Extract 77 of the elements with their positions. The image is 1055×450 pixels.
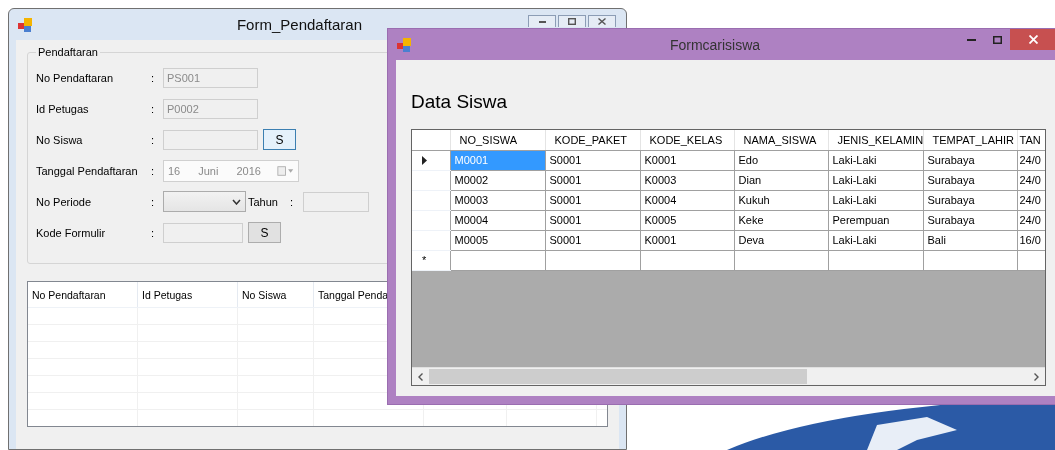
- maximize-button[interactable]: [558, 15, 586, 27]
- table-cell[interactable]: Kukuh: [734, 190, 828, 210]
- column-header[interactable]: Tanggal Penda: [318, 289, 389, 301]
- window-title: Formcarisiswa: [668, 36, 762, 53]
- table-cell[interactable]: Bali: [923, 230, 1017, 250]
- table-cell[interactable]: Laki-Laki: [828, 230, 923, 250]
- table-cell[interactable]: S0001: [545, 150, 640, 170]
- table-cell[interactable]: Keke: [734, 210, 828, 230]
- new-row-marker: *: [422, 254, 427, 266]
- table-cell[interactable]: M0002: [450, 170, 545, 190]
- app-icon: [396, 36, 412, 53]
- colon-label: :: [151, 226, 156, 239]
- table-cell[interactable]: K0004: [640, 190, 734, 210]
- column-header[interactable]: JENIS_KELAMIN: [828, 130, 923, 150]
- window-title: Form_Pendaftaran: [235, 16, 364, 33]
- table-cell[interactable]: S0001: [545, 170, 640, 190]
- column-header[interactable]: NO_SISWA: [450, 130, 545, 150]
- table-cell[interactable]: K0001: [640, 150, 734, 170]
- colon-label: :: [151, 71, 156, 84]
- table-cell[interactable]: Surabaya: [923, 150, 1017, 170]
- table-cell[interactable]: S0001: [545, 210, 640, 230]
- colon-label: :: [151, 195, 156, 208]
- column-header[interactable]: NAMA_SISWA: [734, 130, 828, 150]
- close-button[interactable]: [1010, 29, 1055, 50]
- maximize-icon: [992, 35, 1002, 44]
- field-label: Id Petugas: [36, 102, 90, 115]
- table-cell[interactable]: Laki-Laki: [828, 190, 923, 210]
- colon-label: :: [151, 133, 156, 146]
- table-cell[interactable]: Laki-Laki: [828, 170, 923, 190]
- column-header[interactable]: TEMPAT_LAHIR: [923, 130, 1017, 150]
- table-cell[interactable]: Dian: [734, 170, 828, 190]
- colon-label: :: [151, 102, 156, 115]
- field-label: Kode Formulir: [36, 226, 107, 239]
- scroll-left-icon[interactable]: [418, 372, 423, 381]
- table-cell[interactable]: Perempuan: [828, 210, 923, 230]
- calendar-dropdown-icon: [276, 164, 294, 177]
- table-cell[interactable]: Surabaya: [923, 190, 1017, 210]
- group-title: Pendaftaran: [37, 46, 99, 58]
- close-icon: [1028, 35, 1038, 44]
- table-cell[interactable]: Surabaya: [923, 210, 1017, 230]
- field-label: No Pendaftaran: [36, 71, 115, 84]
- app-icon: [17, 16, 33, 33]
- table-cell[interactable]: M0004: [450, 210, 545, 230]
- minimize-icon: [966, 38, 976, 41]
- column-header[interactable]: Id Petugas: [142, 289, 193, 301]
- field-label: Tahun: [248, 195, 278, 208]
- form-heading: Data Siswa: [411, 91, 509, 113]
- column-header[interactable]: KODE_KELAS: [640, 130, 734, 150]
- close-icon: [598, 18, 606, 25]
- field-label: Tanggal Pendaftaran: [36, 164, 139, 177]
- field-label: No Periode: [36, 195, 93, 208]
- table-cell[interactable]: K0001: [640, 230, 734, 250]
- table-cell[interactable]: Deva: [734, 230, 828, 250]
- column-header[interactable]: TAN: [1017, 130, 1045, 150]
- table-cell[interactable]: M0005: [450, 230, 545, 250]
- horizontal-scrollbar[interactable]: [412, 367, 1045, 385]
- column-header[interactable]: No Siswa: [242, 289, 287, 301]
- table-cell[interactable]: M0003: [450, 190, 545, 210]
- close-button[interactable]: [588, 15, 616, 27]
- minimize-button[interactable]: [528, 15, 556, 27]
- table-cell[interactable]: Laki-Laki: [828, 150, 923, 170]
- colon-label: :: [290, 195, 294, 208]
- colon-label: :: [151, 164, 156, 177]
- column-header[interactable]: No Pendaftaran: [32, 289, 106, 301]
- table-cell[interactable]: Surabaya: [923, 170, 1017, 190]
- chevron-down-icon: [232, 198, 241, 205]
- field-label: No Siswa: [36, 133, 84, 146]
- table-cell[interactable]: S0001: [545, 190, 640, 210]
- table-cell[interactable]: K0005: [640, 210, 734, 230]
- table-cell[interactable]: Edo: [734, 150, 828, 170]
- maximize-icon: [568, 18, 576, 25]
- table-cell[interactable]: K0003: [640, 170, 734, 190]
- scroll-right-icon[interactable]: [1034, 372, 1039, 381]
- table-cell[interactable]: S0001: [545, 230, 640, 250]
- minimize-icon: [538, 20, 546, 23]
- column-header[interactable]: KODE_PAKET: [545, 130, 640, 150]
- scrollbar-thumb[interactable]: [429, 369, 807, 384]
